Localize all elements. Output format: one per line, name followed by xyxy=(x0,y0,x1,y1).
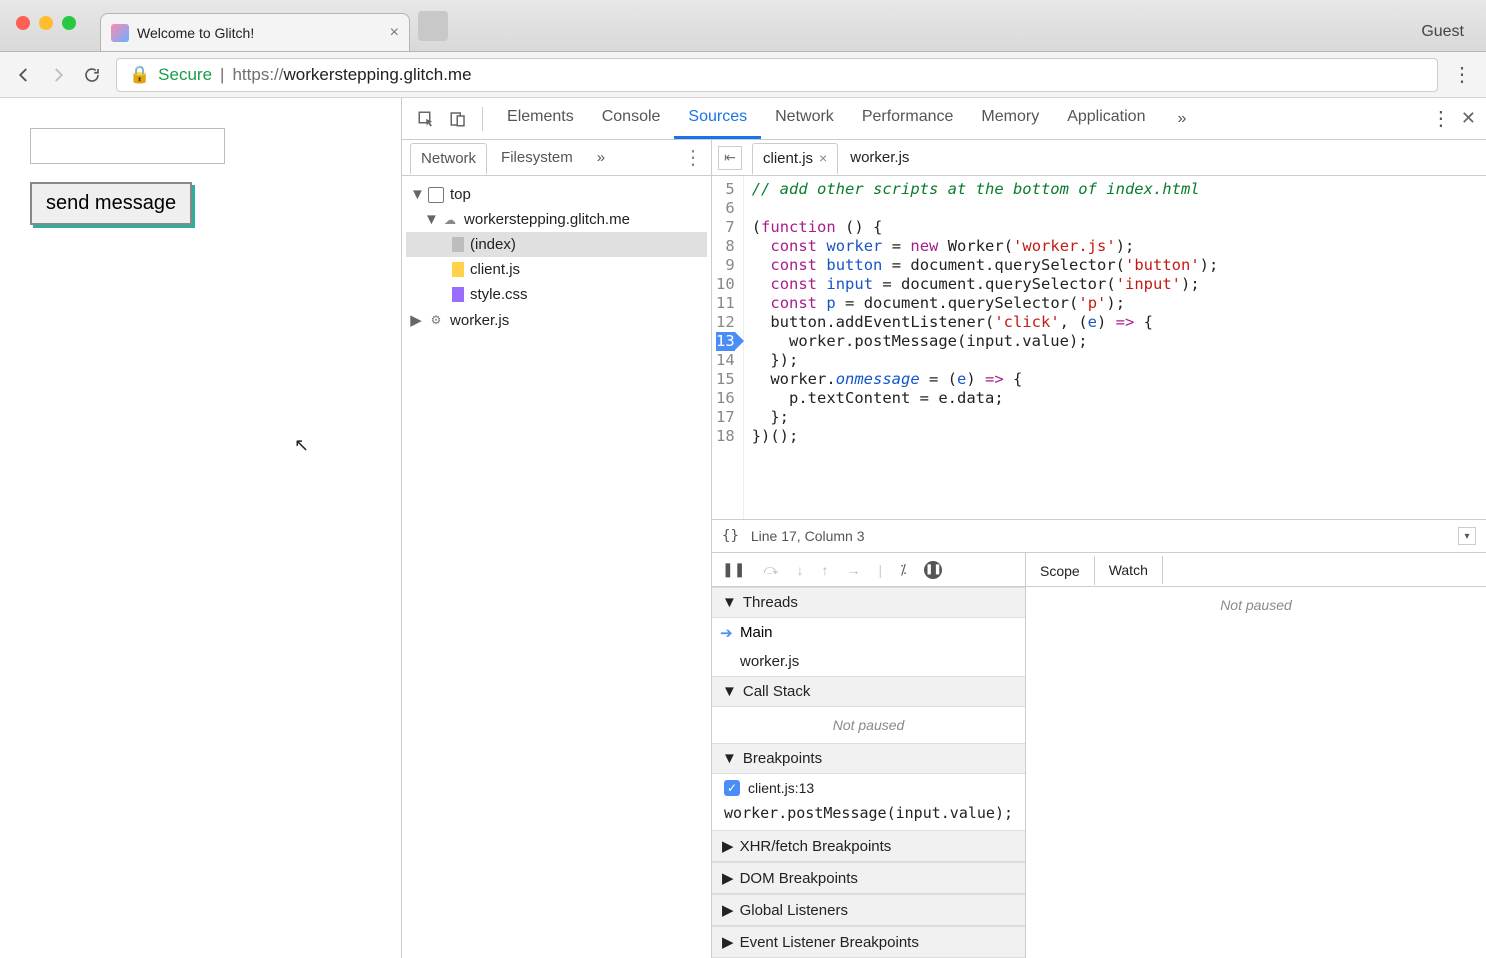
dbg-section-dom-breakpoints[interactable]: ▶DOM Breakpoints xyxy=(712,862,1025,894)
debugger-right-pane: Scope Watch Not paused xyxy=(1026,553,1486,958)
coverage-icon[interactable]: ▾ xyxy=(1458,527,1476,545)
dbg-section-global-listeners[interactable]: ▶Global Listeners xyxy=(712,894,1025,926)
tab-close-icon[interactable]: × xyxy=(390,24,399,42)
window-minimize-button[interactable] xyxy=(39,16,53,30)
profile-label[interactable]: Guest xyxy=(1399,13,1486,51)
tree-file-stylecss[interactable]: style.css xyxy=(406,282,707,307)
debugger-toolbar: ❚❚ ⤼ ↓ ↑ → | ⁒ ❚❚ xyxy=(712,553,1025,587)
forward-button[interactable] xyxy=(48,65,68,85)
open-files-tabs: ⇤ client.js× worker.js xyxy=(712,140,1486,176)
tree-file-clientjs[interactable]: client.js xyxy=(406,257,707,282)
pretty-print-icon[interactable]: {} xyxy=(722,528,739,544)
page-viewport: send message ↖ xyxy=(0,98,402,958)
devtools-tab-sources[interactable]: Sources xyxy=(674,98,761,139)
close-tab-icon[interactable]: × xyxy=(819,150,827,166)
message-input[interactable] xyxy=(30,128,225,164)
cursor-icon: ↖ xyxy=(294,435,309,456)
navigator-tab-network[interactable]: Network xyxy=(410,143,487,175)
url-input[interactable]: 🔒 Secure | https://workerstepping.glitch… xyxy=(116,58,1438,92)
breakpoints-header[interactable]: ▼Breakpoints xyxy=(712,743,1025,774)
thread-main[interactable]: Main xyxy=(712,618,1025,647)
watch-tab[interactable]: Watch xyxy=(1095,556,1163,584)
browser-menu-button[interactable]: ⋮ xyxy=(1452,62,1472,87)
callstack-header[interactable]: ▼Call Stack xyxy=(712,676,1025,707)
step-into-icon[interactable]: ↓ xyxy=(796,562,803,578)
cursor-position: Line 17, Column 3 xyxy=(751,528,865,544)
reload-button[interactable] xyxy=(82,65,102,85)
browser-tabstrip: Welcome to Glitch! × Guest xyxy=(0,0,1486,52)
scope-empty: Not paused xyxy=(1026,587,1486,623)
callstack-empty: Not paused xyxy=(712,707,1025,743)
threads-header[interactable]: ▼Threads xyxy=(712,587,1025,618)
editor-statusbar: {} Line 17, Column 3 ▾ xyxy=(712,519,1486,553)
navigator-tab-filesystem[interactable]: Filesystem xyxy=(491,143,583,172)
tree-node-domain[interactable]: ▼☁workerstepping.glitch.me xyxy=(406,207,707,232)
navigator-more-icon[interactable]: » xyxy=(587,143,615,172)
inspect-element-icon[interactable] xyxy=(412,105,440,133)
send-message-button[interactable]: send message xyxy=(30,182,192,225)
pause-on-exceptions-icon[interactable]: ❚❚ xyxy=(924,561,942,579)
tree-node-worker[interactable]: ▶⚙worker.js xyxy=(406,307,707,333)
tree-file-index[interactable]: (index) xyxy=(406,232,707,257)
devtools-more-tabs[interactable]: » xyxy=(1163,100,1200,138)
breakpoint-checkbox[interactable]: ✓ xyxy=(724,780,740,796)
file-tab-clientjs[interactable]: client.js× xyxy=(752,143,838,175)
lock-icon: 🔒 xyxy=(129,65,150,85)
devtools-tab-application[interactable]: Application xyxy=(1053,98,1159,139)
deactivate-breakpoints-icon[interactable]: ⁒ xyxy=(900,561,906,578)
pause-icon[interactable]: ❚❚ xyxy=(722,561,745,578)
step-icon[interactable]: → xyxy=(846,562,860,578)
window-close-button[interactable] xyxy=(16,16,30,30)
tab-title: Welcome to Glitch! xyxy=(137,25,254,41)
devtools-tab-memory[interactable]: Memory xyxy=(967,98,1053,139)
favicon-icon xyxy=(111,24,129,42)
devtools-panel: ElementsConsoleSourcesNetworkPerformance… xyxy=(402,98,1486,958)
breakpoint-item[interactable]: ✓ client.js:13 xyxy=(712,774,1025,802)
secure-label: Secure xyxy=(158,65,212,85)
devtools-tab-console[interactable]: Console xyxy=(588,98,675,139)
toggle-navigator-icon[interactable]: ⇤ xyxy=(718,146,742,170)
window-zoom-button[interactable] xyxy=(62,16,76,30)
thread-worker[interactable]: worker.js xyxy=(712,647,1025,676)
sources-navigator: Network Filesystem » ⋮ ▼top ▼☁workerstep… xyxy=(402,140,712,958)
browser-tab[interactable]: Welcome to Glitch! × xyxy=(100,13,410,51)
tree-node-top[interactable]: ▼top xyxy=(406,182,707,207)
back-button[interactable] xyxy=(14,65,34,85)
devtools-tabbar: ElementsConsoleSourcesNetworkPerformance… xyxy=(402,98,1486,140)
dbg-section-xhr-fetch-breakpoints[interactable]: ▶XHR/fetch Breakpoints xyxy=(712,830,1025,862)
debugger-left-pane: ❚❚ ⤼ ↓ ↑ → | ⁒ ❚❚ ▼Threads Main worker.j… xyxy=(712,553,1026,958)
file-tab-workerjs[interactable]: worker.js xyxy=(840,143,919,172)
new-tab-button[interactable] xyxy=(418,11,448,41)
devtools-menu-button[interactable]: ⋮ xyxy=(1431,106,1451,131)
scope-tab[interactable]: Scope xyxy=(1026,555,1095,585)
step-over-icon[interactable]: ⤼ xyxy=(763,561,778,578)
device-toggle-icon[interactable] xyxy=(444,105,472,133)
devtools-tab-elements[interactable]: Elements xyxy=(493,98,588,139)
devtools-tab-network[interactable]: Network xyxy=(761,98,848,139)
code-editor[interactable]: 56789101112131415161718 // add other scr… xyxy=(712,176,1486,519)
navigator-menu-icon[interactable]: ⋮ xyxy=(683,145,703,170)
devtools-tab-performance[interactable]: Performance xyxy=(848,98,968,139)
step-out-icon[interactable]: ↑ xyxy=(821,562,828,578)
dbg-section-event-listener-breakpoints[interactable]: ▶Event Listener Breakpoints xyxy=(712,926,1025,958)
address-bar: 🔒 Secure | https://workerstepping.glitch… xyxy=(0,52,1486,98)
devtools-close-icon[interactable]: ✕ xyxy=(1461,108,1476,129)
breakpoint-code: worker.postMessage(input.value); xyxy=(712,802,1025,830)
